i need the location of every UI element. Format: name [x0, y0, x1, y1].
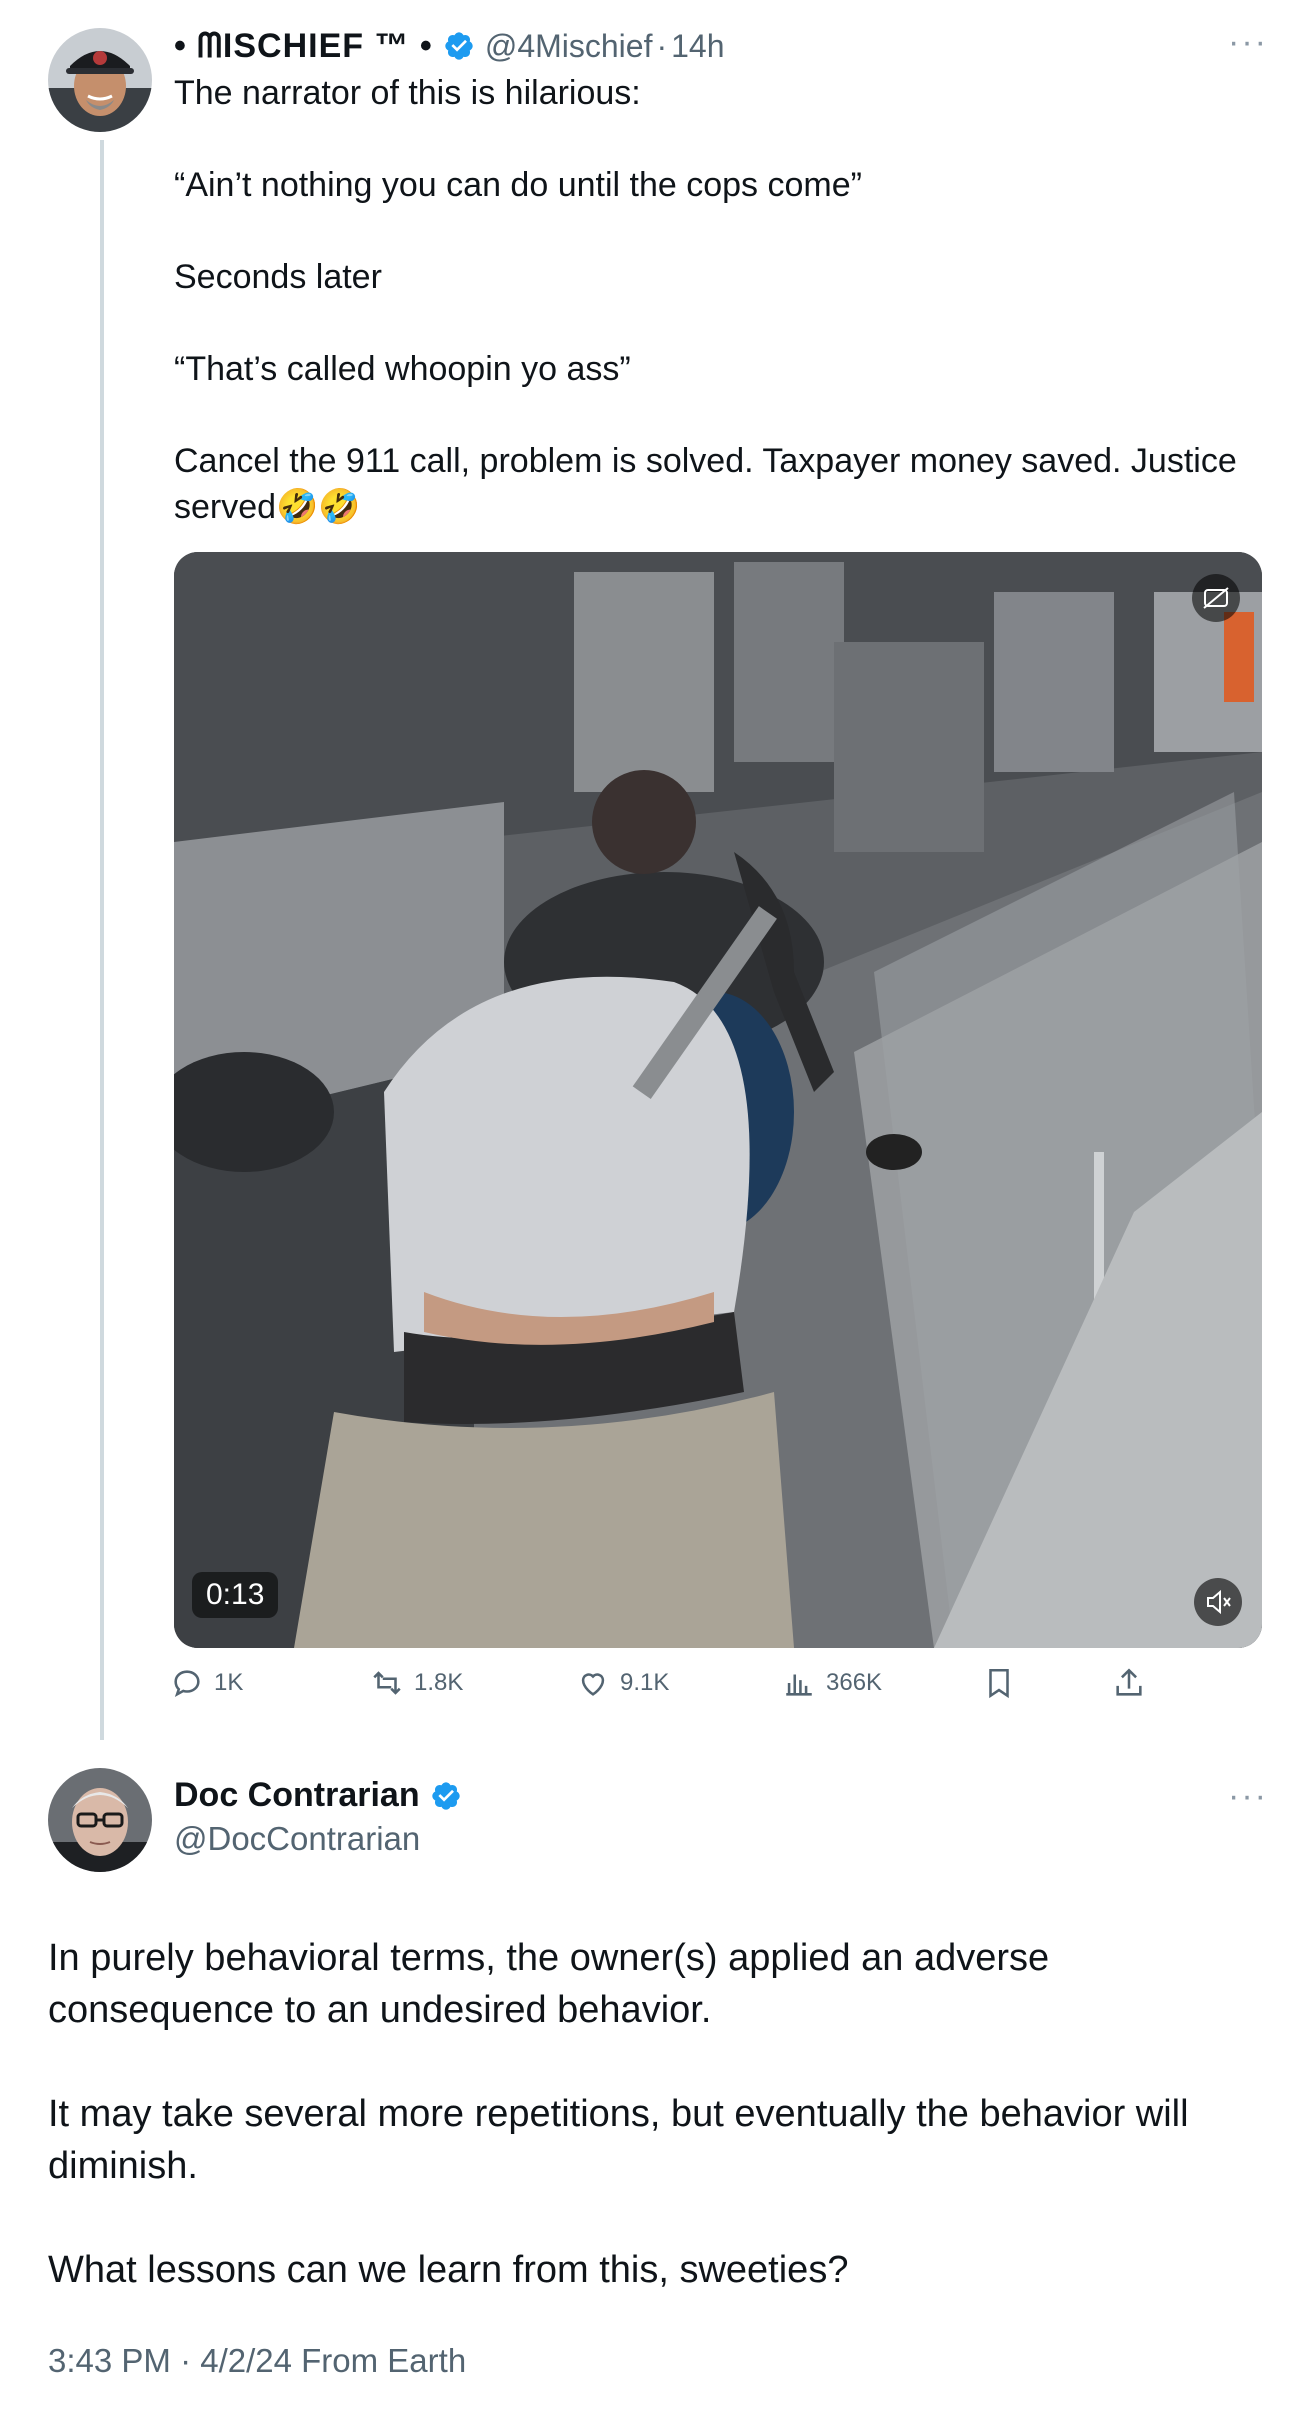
- verified-badge-icon: [430, 1780, 462, 1812]
- reply-icon: [174, 1670, 200, 1698]
- author-name[interactable]: • ᗰISCHIEF ™ •: [174, 27, 433, 66]
- tweet-paragraph: It may take several more repetitions, bu…: [48, 2093, 1189, 2187]
- tweet-actions: 1K 1.8K 9.1K 366K: [170, 1666, 1170, 1710]
- tweet-timestamp-meta[interactable]: 3:43 PM · 4/2/24 From Earth: [48, 2342, 466, 2380]
- heart-icon: [581, 1673, 605, 1696]
- video-duration: 0:13: [192, 1572, 279, 1618]
- thread-connector-line: [100, 140, 104, 1740]
- video-frame: [174, 552, 1262, 1648]
- repost-icon: [373, 1671, 401, 1695]
- tweet-paragraph: In purely behavioral terms, the owner(s)…: [48, 1937, 1050, 2031]
- author-name[interactable]: Doc Contrarian: [174, 1776, 420, 1815]
- reply-count: 1K: [214, 1669, 244, 1696]
- tweet-paragraph: What lessons can we learn from this, swe…: [48, 2249, 849, 2291]
- bookmark-button[interactable]: [982, 1666, 1026, 1700]
- tweet-text-line: “That’s called whoopin yo ass”: [174, 350, 631, 388]
- muted-speaker-icon[interactable]: [1194, 1578, 1242, 1626]
- tweet-text: The narrator of this is hilarious: “Ain’…: [174, 70, 1274, 530]
- tweet-header: • ᗰISCHIEF ™ • @4Mischief · 14h: [174, 24, 725, 68]
- share-button[interactable]: [1112, 1666, 1156, 1700]
- like-button[interactable]: 9.1K: [576, 1666, 669, 1700]
- author-handle[interactable]: @4Mischief: [485, 28, 653, 65]
- tweet-text-line: The narrator of this is hilarious:: [174, 74, 641, 112]
- verified-badge-icon: [443, 30, 475, 62]
- views-button[interactable]: 366K: [782, 1666, 882, 1700]
- share-icon: [1116, 1668, 1142, 1696]
- tweet-text-line: Cancel the 911 call, problem is solved. …: [174, 442, 1237, 526]
- video-player[interactable]: 0:13: [174, 552, 1262, 1648]
- captions-icon[interactable]: [1192, 574, 1240, 622]
- tweet-text-line: Seconds later: [174, 258, 382, 296]
- separator-dot: ·: [656, 27, 668, 64]
- tweet-time[interactable]: 14h: [671, 28, 724, 65]
- avatar-doccontrarian[interactable]: [48, 1768, 152, 1872]
- avatar-4mischief[interactable]: [48, 28, 152, 132]
- author-name-row: Doc Contrarian: [174, 1776, 472, 1815]
- author-handle[interactable]: @DocContrarian: [174, 1820, 420, 1858]
- repost-button[interactable]: 1.8K: [370, 1666, 463, 1700]
- repost-count: 1.8K: [414, 1669, 464, 1696]
- bookmark-icon: [989, 1668, 1009, 1699]
- like-count: 9.1K: [620, 1669, 670, 1696]
- views-icon: [786, 1674, 812, 1696]
- views-count: 366K: [826, 1669, 883, 1696]
- reply-button[interactable]: 1K: [170, 1666, 243, 1700]
- tweet-text-line: “Ain’t nothing you can do until the cops…: [174, 166, 862, 204]
- more-horizontal-icon[interactable]: ···: [1228, 25, 1268, 59]
- tweet-text: In purely behavioral terms, the owner(s)…: [48, 1932, 1248, 2296]
- more-horizontal-icon[interactable]: ···: [1228, 1779, 1268, 1813]
